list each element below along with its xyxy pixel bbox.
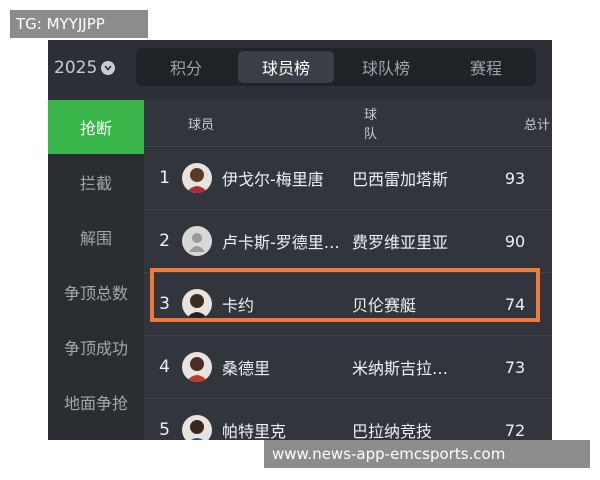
team-name: 巴西雷加塔斯	[352, 170, 449, 189]
tab-bar: 积分 球员榜 球队榜 赛程	[136, 48, 536, 86]
total-value: 90	[504, 231, 526, 251]
sidebar-item-interceptions[interactable]: 拦截	[48, 155, 144, 209]
team-name: 米纳斯吉拉…	[352, 359, 449, 378]
rank: 5	[159, 420, 170, 440]
avatar	[182, 352, 212, 382]
year-selector[interactable]: 2025	[54, 56, 116, 80]
sidebar-item-tackles[interactable]: 抢断	[48, 100, 144, 154]
tab-team-rankings[interactable]: 球队榜	[338, 51, 434, 83]
rank: 4	[159, 357, 170, 377]
avatar	[182, 163, 212, 193]
header-total: 总计	[524, 117, 551, 133]
table-row[interactable]: 4 桑德里 米纳斯吉拉… 73	[144, 336, 552, 399]
rank: 2	[159, 231, 170, 251]
placeholder-avatar-icon	[182, 226, 212, 256]
tab-player-rankings[interactable]: 球员榜	[238, 51, 334, 83]
rank: 1	[159, 168, 170, 188]
watermark-bottom: www.news-app-emcsports.com	[264, 440, 590, 468]
player-name: 桑德里	[222, 359, 271, 378]
avatar	[182, 289, 212, 319]
avatar	[182, 415, 212, 440]
table-row[interactable]: 1 伊戈尔-梅里唐 巴西雷加塔斯 93	[144, 147, 552, 210]
app-window: 2025 积分 球员榜 球队榜 赛程 抢断 拦截 解围 争顶总数 争顶成功 地面…	[48, 40, 552, 440]
total-value: 72	[504, 420, 526, 440]
total-value: 93	[504, 168, 526, 188]
player-name: 帕特里克	[222, 422, 287, 440]
table-row[interactable]: 2 卢卡斯-罗德里… 费罗维亚里亚 90	[144, 210, 552, 273]
tab-standings[interactable]: 积分	[138, 51, 234, 83]
team-name: 贝伦赛艇	[352, 296, 417, 315]
sidebar-item-aerial-duels-total[interactable]: 争顶总数	[48, 265, 144, 319]
header-player: 球员	[188, 117, 215, 133]
table-header: 球员 球队 总计	[144, 100, 552, 147]
team-name: 费罗维亚里亚	[352, 233, 449, 252]
player-name: 卢卡斯-罗德里…	[222, 233, 340, 252]
header-team: 球队	[364, 108, 378, 142]
total-value: 73	[504, 357, 526, 377]
table-row[interactable]: 5 帕特里克 巴拉纳竞技 72	[144, 399, 552, 440]
top-bar: 2025 积分 球员榜 球队榜 赛程	[48, 40, 552, 96]
rank: 3	[159, 294, 170, 314]
total-value: 74	[504, 294, 526, 314]
sidebar-item-ground-duels[interactable]: 地面争抢	[48, 375, 144, 429]
tab-schedule[interactable]: 赛程	[438, 51, 534, 83]
stat-category-sidebar: 抢断 拦截 解围 争顶总数 争顶成功 地面争抢	[48, 100, 144, 440]
table-row[interactable]: 3 卡约 贝伦赛艇 74	[144, 273, 552, 336]
chevron-down-icon	[101, 61, 116, 75]
rankings-table: 球员 球队 总计 1 伊戈尔-梅里唐 巴西雷加塔斯 93 2 卢卡斯-罗德里… …	[144, 100, 552, 440]
player-name: 伊戈尔-梅里唐	[222, 170, 324, 189]
team-name: 巴拉纳竞技	[352, 422, 433, 440]
sidebar-item-clearances[interactable]: 解围	[48, 210, 144, 264]
player-name: 卡约	[222, 296, 255, 315]
watermark-top: TG: MYYJJPP	[10, 10, 148, 38]
sidebar-item-aerial-duels-won[interactable]: 争顶成功	[48, 320, 144, 374]
year-label: 2025	[54, 58, 98, 78]
